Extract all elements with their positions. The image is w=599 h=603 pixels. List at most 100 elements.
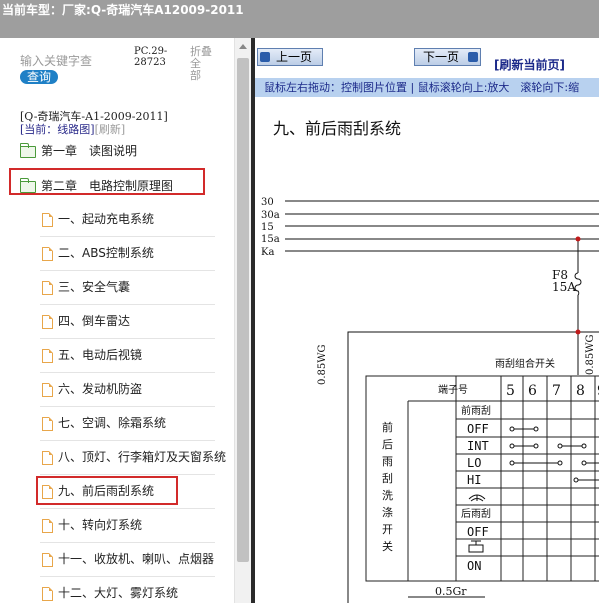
tree-item-label: 七、空调、除霜系统	[58, 416, 167, 430]
side-label-0: 前	[382, 420, 393, 434]
divider	[40, 236, 215, 237]
mode-lo: LO	[467, 456, 481, 470]
tree-item-chapter-1[interactable]: 第一章 读图说明	[20, 141, 137, 161]
refresh-page-button[interactable]: [刷新当前页]	[494, 56, 565, 73]
refresh-link[interactable]: [刷新]	[95, 123, 126, 136]
tree-item-section-4[interactable]: 四、倒车雷达	[42, 311, 130, 331]
pc-code-line1: PC.29-	[134, 46, 168, 57]
tree-item-label: 五、电动后视镜	[58, 348, 143, 362]
tree-item-section-12[interactable]: 十二、大灯、雾灯系统	[42, 583, 178, 603]
page-icon	[42, 416, 53, 431]
sidebar-scrollbar[interactable]	[234, 38, 252, 603]
pc-code: PC.29- 28723	[134, 46, 167, 68]
sidebar: 输入关键字查 查询 PC.29- 28723 折叠全 部 [Q-奇瑞汽车-A1-…	[0, 38, 251, 603]
arrow-right-icon	[468, 52, 478, 62]
page-icon	[42, 518, 53, 533]
side-label-5: 涤	[382, 505, 393, 519]
page-icon	[42, 552, 53, 567]
wire-label-right: 0.85WG	[585, 334, 596, 375]
usage-hint: 鼠标左右拖动：控制图片位置 | 鼠标滚轮向上:放大 滚轮向下:缩	[255, 78, 599, 97]
prev-page-label: 上一页	[276, 50, 313, 64]
terminal-header: 端子号	[438, 383, 468, 396]
side-label-1: 后	[382, 438, 393, 451]
next-page-button[interactable]: 下一页	[414, 48, 481, 66]
tree-item-label: 十一、收放机、喇叭、点烟器	[58, 552, 215, 566]
tree-item-section-3[interactable]: 三、安全气囊	[42, 277, 130, 297]
page-icon	[42, 280, 53, 295]
tree-item-section-8[interactable]: 八、顶灯、行李箱灯及天窗系统	[42, 447, 226, 467]
front-wiper-group: 前雨刮	[461, 404, 491, 417]
tree-item-section-1[interactable]: 一、起动充电系统	[42, 209, 154, 229]
divider	[40, 304, 215, 305]
junction-dot	[575, 329, 581, 335]
search-input[interactable]: 输入关键字查	[20, 52, 130, 69]
side-label-6: 开	[382, 523, 393, 536]
rear-washer-icon	[468, 540, 484, 553]
terminal-7: 7	[552, 383, 561, 399]
mode-hi: HI	[467, 473, 481, 487]
tree-item-section-10[interactable]: 十、转向灯系统	[42, 515, 142, 535]
rear-mode-off: OFF	[467, 525, 489, 539]
arrow-left-icon	[260, 52, 270, 62]
title-bar: 当前车型：厂家:Q-奇瑞汽车A12009-2011	[0, 0, 599, 38]
divider	[40, 440, 215, 441]
tree-item-label: 一、起动充电系统	[58, 212, 155, 226]
scroll-up-icon[interactable]	[235, 38, 252, 54]
tree-item-section-2[interactable]: 二、ABS控制系统	[42, 243, 154, 263]
terminal-8: 8	[576, 383, 585, 399]
switch-title: 雨刮组合开关	[495, 357, 555, 370]
divider	[40, 338, 215, 339]
current-location: [当前：线路图]	[20, 123, 95, 136]
rear-wiper-group: 后雨刮	[461, 507, 491, 520]
bus-label-15a: 15a	[261, 234, 280, 245]
tree-item-label: 四、倒车雷达	[58, 314, 131, 328]
mode-int: INT	[467, 439, 489, 453]
divider	[40, 542, 215, 543]
divider	[40, 406, 215, 407]
washer-icon	[468, 494, 486, 502]
page-icon	[42, 246, 53, 261]
tree-item-label: 第一章 读图说明	[41, 144, 138, 158]
tree-item-label: 八、顶灯、行李箱灯及天窗系统	[58, 450, 227, 464]
collapse-all-button[interactable]: 折叠全 部	[190, 46, 220, 82]
tree-item-section-11[interactable]: 十一、收放机、喇叭、点烟器	[42, 549, 214, 569]
tree-item-label: 三、安全气囊	[58, 280, 131, 294]
vehicle-model-label: 当前车型：厂家:Q-奇瑞汽车A12009-2011	[2, 3, 244, 17]
collapse-all-line2: 部	[190, 69, 201, 82]
divider	[40, 576, 215, 577]
tree-item-section-6[interactable]: 六、发动机防盗	[42, 379, 142, 399]
scrollbar-thumb[interactable]	[237, 58, 249, 562]
wiring-diagram[interactable]: 30 30a 15 15a Ka F8 15A 0.85WG 0.85WG 雨刮…	[255, 97, 599, 603]
side-label-7: 关	[382, 539, 393, 553]
divider	[40, 508, 215, 509]
breadcrumb: [当前：线路图][刷新]	[20, 121, 125, 137]
viewer-pane: 上一页 下一页 [刷新当前页] 鼠标左右拖动：控制图片位置 | 鼠标滚轮向上:放…	[255, 38, 599, 603]
viewer-toolbar: 上一页 下一页 [刷新当前页]	[255, 38, 599, 78]
tree-item-label: 二、ABS控制系统	[58, 246, 154, 260]
terminal-6: 6	[528, 383, 537, 399]
fuse-rating: 15A	[552, 280, 576, 294]
tree-item-label: 六、发动机防盗	[58, 382, 143, 396]
side-label-3: 刮	[382, 471, 393, 485]
chapter-2-highlight	[9, 168, 205, 195]
side-label-2: 雨	[382, 455, 393, 468]
page-icon	[42, 450, 53, 465]
divider	[40, 372, 215, 373]
section-9-highlight	[36, 476, 178, 505]
tree-item-label: 十、转向灯系统	[58, 518, 143, 532]
search-button[interactable]: 查询	[20, 70, 59, 84]
folder-icon	[20, 142, 36, 158]
bus-label-15: 15	[261, 222, 274, 233]
wire-label-left: 0.85WG	[317, 344, 328, 385]
tree-item-section-5[interactable]: 五、电动后视镜	[42, 345, 142, 365]
junction-dot	[575, 236, 581, 242]
page-icon	[42, 586, 53, 601]
prev-page-button[interactable]: 上一页	[257, 48, 323, 66]
mode-off: OFF	[467, 422, 489, 436]
bus-label-30: 30	[261, 197, 274, 208]
collapse-all-line1: 折叠全	[190, 45, 212, 70]
page-icon	[42, 212, 53, 227]
tree-item-section-7[interactable]: 七、空调、除霜系统	[42, 413, 166, 433]
side-label-4: 洗	[382, 489, 393, 502]
search-box: 输入关键字查 查询	[20, 52, 130, 84]
